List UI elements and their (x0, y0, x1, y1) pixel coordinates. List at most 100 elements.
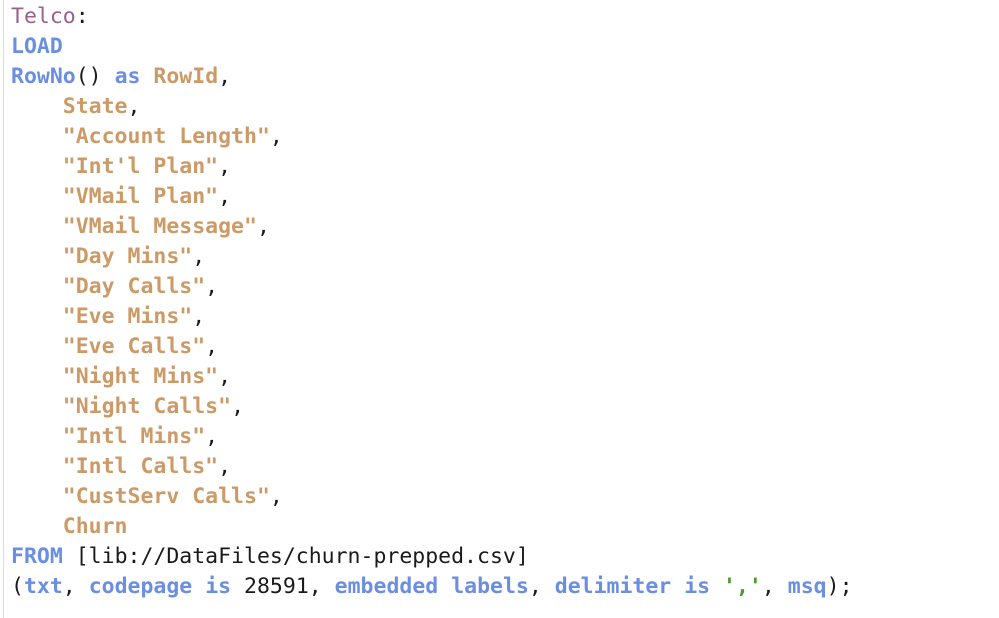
code-token-punct (140, 64, 153, 89)
code-token-punct: , (218, 364, 232, 389)
code-token-keyword: delimiter (554, 574, 672, 599)
script-editor-pane[interactable]: Telco: LOAD RowNo() as RowId, State, "Acco… (0, 0, 999, 618)
code-token-punct (11, 454, 63, 479)
code-token-punct (192, 574, 205, 599)
code-token-field: "Account Length" (62, 124, 270, 149)
code-token-punct (11, 364, 63, 389)
code-token-punct: , (269, 484, 283, 509)
code-line[interactable]: RowNo() as RowId, (11, 62, 999, 92)
code-token-punct (11, 484, 63, 509)
code-token-field: RowId (153, 64, 219, 89)
code-token-punct: ( (11, 574, 24, 599)
code-token-field: State (62, 94, 128, 119)
code-token-punct: , (205, 334, 219, 359)
code-token-punct: , (761, 574, 788, 599)
code-token-keyword: msq (787, 574, 827, 599)
code-token-string: ',' (723, 574, 762, 599)
code-token-punct: , (192, 304, 206, 329)
code-token-punct (438, 574, 451, 599)
code-token-field: "CustServ Calls" (62, 484, 270, 509)
code-line[interactable]: "Eve Calls", (11, 332, 999, 362)
code-token-number: 28591 (244, 574, 309, 599)
code-token-punct (11, 274, 63, 299)
code-token-punct (11, 154, 63, 179)
code-line[interactable]: "Day Mins", (11, 242, 999, 272)
code-token-punct (11, 424, 63, 449)
code-token-punct: () (75, 64, 102, 89)
code-token-keyword: is (684, 574, 711, 599)
code-token-punct: , (218, 154, 232, 179)
code-token-field: "Day Mins" (62, 244, 193, 269)
code-token-punct (11, 184, 63, 209)
code-token-field: "Intl Mins" (62, 424, 206, 449)
code-token-punct: , (62, 574, 89, 599)
code-line[interactable]: "Account Length", (11, 122, 999, 152)
code-token-keyword: codepage (88, 574, 193, 599)
code-token-punct: , (205, 424, 219, 449)
code-token-punct (231, 574, 244, 599)
code-token-punct: , (127, 94, 141, 119)
code-token-punct: , (218, 64, 232, 89)
code-token-field: "VMail Plan" (62, 184, 219, 209)
code-token-field: "Eve Mins" (62, 304, 193, 329)
code-line[interactable]: "CustServ Calls", (11, 482, 999, 512)
code-token-keyword: LOAD (11, 34, 63, 59)
code-token-keyword: embedded (334, 574, 439, 599)
code-line[interactable]: "VMail Plan", (11, 182, 999, 212)
code-token-punct (63, 544, 76, 569)
code-line[interactable]: "Night Mins", (11, 362, 999, 392)
code-token-field: Churn (62, 514, 128, 539)
code-line[interactable]: "Intl Calls", (11, 452, 999, 482)
code-token-field: "Eve Calls" (62, 334, 206, 359)
script-code-area[interactable]: Telco: LOAD RowNo() as RowId, State, "Acco… (11, 0, 999, 602)
code-token-keyword: labels (451, 574, 529, 599)
code-line[interactable]: FROM [lib://DataFiles/churn-prepped.csv] (11, 542, 999, 572)
code-token-punct (11, 334, 63, 359)
code-line[interactable]: (txt, codepage is 28591, embedded labels… (11, 572, 999, 602)
code-token-punct: , (231, 394, 245, 419)
code-token-punct (11, 244, 63, 269)
code-token-field: "Day Calls" (62, 274, 206, 299)
code-token-field: "Intl Calls" (62, 454, 219, 479)
code-token-punct: , (269, 124, 283, 149)
editor-gutter-rule (3, 0, 4, 618)
code-token-path: [lib://DataFiles/churn-prepped.csv] (75, 544, 529, 569)
code-token-punct (11, 394, 63, 419)
code-line[interactable]: LOAD (11, 32, 999, 62)
code-token-func: RowNo (11, 64, 76, 89)
code-line[interactable]: Telco: (11, 2, 999, 32)
code-line[interactable]: "VMail Message", (11, 212, 999, 242)
code-token-punct (11, 94, 63, 119)
code-token-field: "Night Calls" (62, 394, 232, 419)
code-token-punct: , (308, 574, 335, 599)
code-token-keyword: as (114, 64, 141, 89)
code-token-punct: , (256, 214, 270, 239)
code-line[interactable]: "Eve Mins", (11, 302, 999, 332)
code-token-field: "VMail Message" (62, 214, 257, 239)
code-token-punct: , (205, 274, 219, 299)
code-token-keyword: FROM (11, 544, 63, 569)
code-token-field: "Int'l Plan" (62, 154, 219, 179)
code-token-punct: ); (826, 574, 853, 599)
code-token-field: "Night Mins" (62, 364, 219, 389)
code-token-punct (11, 214, 63, 239)
code-token-punct (11, 514, 63, 539)
code-line[interactable]: "Night Calls", (11, 392, 999, 422)
code-token-punct (11, 304, 63, 329)
code-token-keyword: txt (23, 574, 63, 599)
code-token-punct: , (528, 574, 555, 599)
code-token-punct (710, 574, 723, 599)
code-line[interactable]: State, (11, 92, 999, 122)
code-line[interactable]: "Day Calls", (11, 272, 999, 302)
code-token-punct (102, 64, 115, 89)
code-token-keyword: is (205, 574, 232, 599)
code-token-punct: , (218, 454, 232, 479)
code-line[interactable]: "Intl Mins", (11, 422, 999, 452)
code-line[interactable]: Churn (11, 512, 999, 542)
code-token-punct (671, 574, 684, 599)
code-token-punct: , (192, 244, 206, 269)
code-token-punct: : (75, 4, 89, 29)
code-line[interactable]: "Int'l Plan", (11, 152, 999, 182)
code-token-label: Telco (11, 4, 76, 29)
code-token-punct: , (218, 184, 232, 209)
